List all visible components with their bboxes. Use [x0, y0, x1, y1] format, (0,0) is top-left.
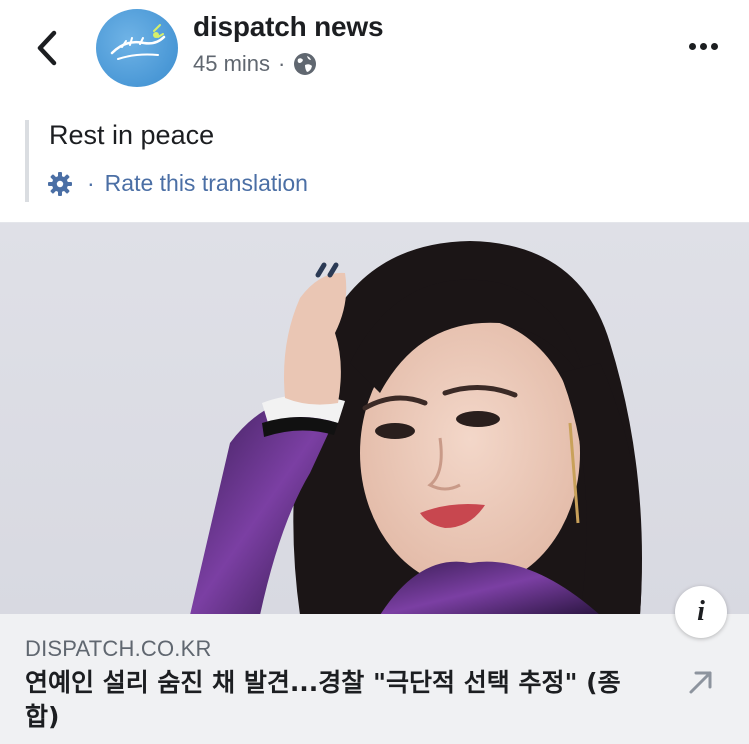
dispatch-logo: [110, 24, 166, 60]
translation-separator: ·: [87, 170, 95, 196]
globe-icon: [294, 53, 317, 75]
chevron-left-icon: [37, 30, 57, 66]
gear-icon: [48, 171, 72, 196]
link-headline[interactable]: 연예인 설리 숨진 채 발견...경찰 "극단적 선택 추정" (종합): [25, 666, 645, 734]
page-name[interactable]: dispatch news: [193, 11, 384, 43]
more-dots-icon: [688, 42, 696, 50]
post-page: dispatch news 45 mins · Rest in peace · …: [0, 0, 749, 744]
open-link-button[interactable]: [683, 664, 719, 700]
back-button[interactable]: [22, 26, 72, 70]
post-time[interactable]: 45 mins: [193, 51, 270, 77]
more-dot: [710, 42, 718, 50]
portrait-photo: [190, 241, 642, 615]
info-button[interactable]: i: [675, 586, 727, 638]
page-avatar[interactable]: [96, 9, 178, 87]
meta-separator: ·: [278, 51, 286, 76]
post-meta: 45 mins ·: [193, 50, 317, 78]
translation-quote-bar: [25, 120, 29, 202]
rate-translation-row[interactable]: · Rate this translation: [47, 170, 308, 197]
rate-translation-link[interactable]: Rate this translation: [105, 170, 308, 197]
link-domain: DISPATCH.CO.KR: [25, 636, 212, 661]
more-dot: [699, 42, 707, 50]
more-options-button[interactable]: [683, 34, 723, 58]
arrow-up-right-icon: [689, 671, 712, 694]
link-preview[interactable]: DISPATCH.CO.KR 연예인 설리 숨진 채 발견...경찰 "극단적 …: [0, 614, 749, 744]
post-image[interactable]: [0, 222, 749, 615]
post-text: Rest in peace: [49, 120, 215, 150]
